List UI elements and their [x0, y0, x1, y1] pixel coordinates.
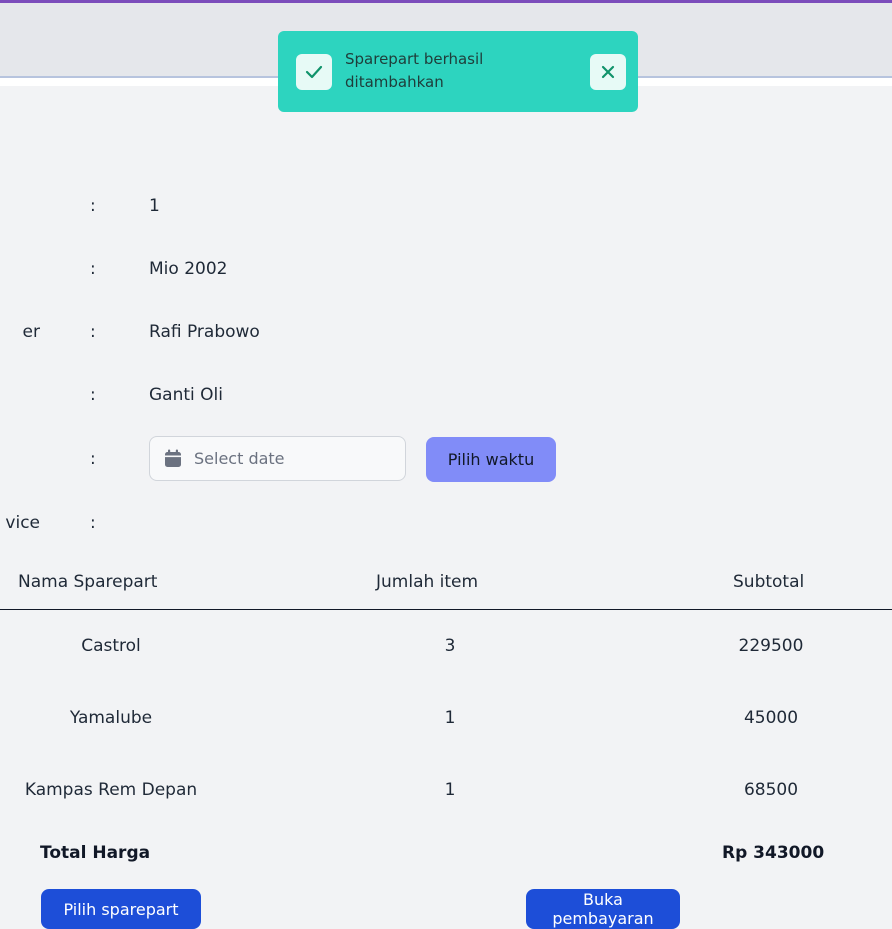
table-header-divider [0, 609, 892, 610]
date-picker[interactable] [149, 436, 406, 481]
table-header-name: Nama Sparepart [18, 572, 158, 592]
cell-qty: 1 [444, 780, 456, 800]
choose-sparepart-button[interactable]: Pilih sparepart [41, 889, 201, 929]
detail-row-service-list: vice : [0, 513, 892, 543]
detail-row-service: : Ganti Oli [0, 385, 892, 415]
total-label: Total Harga [40, 843, 151, 863]
detail-colon: : [90, 449, 96, 469]
table-header-qty: Jumlah item [376, 572, 479, 592]
detail-value: Ganti Oli [149, 385, 223, 405]
detail-label: vice [5, 513, 40, 533]
cell-name: Castrol [81, 636, 141, 656]
cell-subtotal: 229500 [738, 636, 804, 656]
table-header-subtotal: Subtotal [733, 572, 805, 592]
detail-colon: : [90, 513, 96, 533]
detail-row-vehicle: : Mio 2002 [0, 259, 892, 289]
open-payment-button[interactable]: Buka pembayaran [526, 889, 680, 929]
pick-time-button[interactable]: Pilih waktu [426, 437, 556, 482]
detail-value: Rafi Prabowo [149, 322, 260, 342]
detail-value: 1 [149, 196, 160, 216]
calendar-icon [164, 449, 182, 472]
cell-subtotal: 68500 [743, 780, 799, 800]
detail-row-id: : 1 [0, 196, 892, 226]
cell-qty: 3 [444, 636, 456, 656]
detail-colon: : [90, 259, 96, 279]
detail-label: er [22, 322, 40, 342]
cell-qty: 1 [444, 708, 456, 728]
cell-subtotal: 45000 [743, 708, 799, 728]
success-toast: Sparepart berhasil ditambahkan [278, 31, 638, 112]
date-input[interactable] [194, 437, 394, 480]
close-icon[interactable] [590, 54, 626, 90]
total-value: Rp 343000 [722, 843, 825, 863]
toast-message: Sparepart berhasil ditambahkan [345, 50, 484, 91]
cell-name: Yamalube [69, 708, 153, 728]
detail-colon: : [90, 385, 96, 405]
detail-row-customer: er : Rafi Prabowo [0, 322, 892, 352]
detail-colon: : [90, 196, 96, 216]
cell-name: Kampas Rem Depan [24, 780, 198, 800]
detail-value: Mio 2002 [149, 259, 228, 279]
check-icon [296, 54, 332, 90]
detail-colon: : [90, 322, 96, 342]
